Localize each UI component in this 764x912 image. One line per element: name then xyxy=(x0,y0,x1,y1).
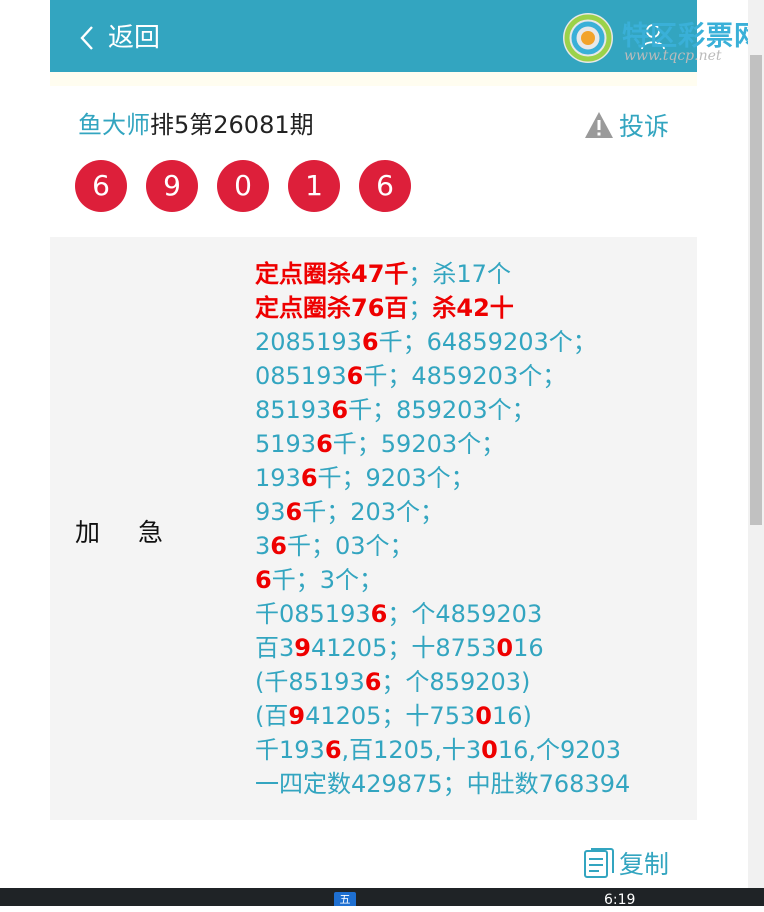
line-text: 千；64859203个； xyxy=(378,328,597,356)
highlight-text: 6 xyxy=(370,600,388,628)
number-ball: 6 xyxy=(359,160,411,212)
line-text: 千；03个； xyxy=(286,532,414,560)
page-title: 鱼大师排5第26081期 xyxy=(78,108,314,142)
number-ball: 6 xyxy=(75,160,127,212)
prediction-line: 一四定数429875；中肚数768394 xyxy=(255,767,630,801)
chevron-left-icon xyxy=(80,26,93,50)
line-text: ；个4859203 xyxy=(387,600,543,628)
line-text: ；杀17个 xyxy=(408,260,511,288)
line-text: 93 xyxy=(255,498,286,526)
highlight-text: 0 xyxy=(496,634,514,662)
warning-icon xyxy=(585,112,613,138)
panel-label: 加急 xyxy=(75,518,202,547)
scrollbar[interactable] xyxy=(748,0,764,888)
line-text: 193 xyxy=(255,464,301,492)
line-text: 3 xyxy=(255,532,271,560)
highlight-text: 6 xyxy=(316,430,333,458)
watermark-logo: 特区彩票网 www.tqcp.net xyxy=(560,8,764,72)
author-link[interactable]: 鱼大师 xyxy=(78,111,150,139)
taskbar-clock[interactable]: 6:19 xyxy=(604,888,635,912)
line-text: (千85193 xyxy=(255,668,365,696)
back-button[interactable]: 返回 xyxy=(78,20,160,56)
line-text: ；个859203) xyxy=(381,668,531,696)
prediction-line: (千851936；个859203) xyxy=(255,665,630,699)
watermark-url: www.tqcp.net xyxy=(624,48,722,64)
number-ball: 1 xyxy=(288,160,340,212)
copy-button[interactable]: 复制 xyxy=(583,845,669,881)
highlight-text: 6 xyxy=(255,566,272,594)
ime-indicator[interactable]: 五 xyxy=(334,892,356,906)
prediction-line: 千0851936；个4859203 xyxy=(255,597,630,631)
line-text: 5193 xyxy=(255,430,317,458)
line-text: 千；59203个； xyxy=(332,430,506,458)
line-text: ； xyxy=(408,294,433,322)
line-text: 85193 xyxy=(255,396,332,424)
draw-numbers: 6 9 0 1 6 xyxy=(75,160,430,212)
line-text: 16) xyxy=(491,702,532,730)
prediction-lines: 定点圈杀47千；杀17个 定点圈杀76百；杀42十 20851936千；648592… xyxy=(255,257,630,801)
line-text: 085193 xyxy=(255,362,347,390)
highlight-text: 6 xyxy=(331,396,349,424)
line-text: ,百1205,十3 xyxy=(341,736,482,764)
line-text: 千；4859203个； xyxy=(363,362,567,390)
prediction-line: 定点圈杀47千；杀17个 xyxy=(255,257,630,291)
prediction-line: 851936千；859203个； xyxy=(255,393,630,427)
line-text: 208519 xyxy=(255,328,347,356)
prediction-line: 36千；03个； xyxy=(255,529,630,563)
line-text: 16 xyxy=(513,634,544,662)
taskbar: 五 6:19 xyxy=(0,888,764,908)
line-text: 千；3个； xyxy=(271,566,383,594)
line-text: 3 xyxy=(346,328,362,356)
highlight-text: 0 xyxy=(475,702,492,730)
prediction-line: 20851936千；64859203个； xyxy=(255,325,630,359)
highlight-text: 定点圈杀47千 xyxy=(255,260,409,288)
complain-label: 投诉 xyxy=(619,112,670,141)
highlight-text: 9 xyxy=(294,634,311,662)
copy-icon xyxy=(584,848,614,878)
prediction-line: 千1936,百1205,十3016,个9203 xyxy=(255,733,630,767)
header-divider xyxy=(50,72,697,86)
prediction-line: 936千；203个； xyxy=(255,495,630,529)
number-ball: 0 xyxy=(217,160,269,212)
back-label: 返回 xyxy=(108,23,161,53)
highlight-text: 6 xyxy=(300,464,318,492)
line-text: (百 xyxy=(255,702,289,730)
copy-label: 复制 xyxy=(619,850,670,879)
line-text: 一四定数429875；中肚数768394 xyxy=(255,770,631,798)
highlight-text: 6 xyxy=(324,736,342,764)
prediction-line: 51936千；59203个； xyxy=(255,427,630,461)
line-text: 千；859203个； xyxy=(348,396,536,424)
prediction-line: 定点圈杀76百；杀42十 xyxy=(255,291,630,325)
line-text: 千085193 xyxy=(255,600,371,628)
prediction-line: (百941205；十753016) xyxy=(255,699,630,733)
line-text: 41205；十753 xyxy=(305,702,476,730)
highlight-text: 0 xyxy=(481,736,498,764)
scrollbar-thumb[interactable] xyxy=(750,55,762,525)
line-text: 千；203个； xyxy=(302,498,445,526)
highlight-text: 6 xyxy=(270,532,287,560)
line-text: 千193 xyxy=(255,736,325,764)
highlight-text: 6 xyxy=(285,498,303,526)
highlight-text: 定点圈杀76百 xyxy=(255,294,409,322)
highlight-text: 9 xyxy=(288,702,306,730)
prediction-line: 1936千；9203个； xyxy=(255,461,630,495)
highlight-text: 6 xyxy=(361,328,379,356)
highlight-text: 6 xyxy=(346,362,364,390)
line-text: 16,个9203 xyxy=(497,736,622,764)
prediction-line: 0851936千；4859203个； xyxy=(255,359,630,393)
complain-button[interactable]: 投诉 xyxy=(583,108,669,142)
prediction-line: 6千；3个； xyxy=(255,563,630,597)
prediction-line: 百3941205；十8753016 xyxy=(255,631,630,665)
line-text: 41205；十8753 xyxy=(310,634,497,662)
number-ball: 9 xyxy=(146,160,198,212)
line-text: 千；9203个； xyxy=(317,464,475,492)
prediction-panel: 加急 定点圈杀47千；杀17个 定点圈杀76百；杀42十 20851936千；648… xyxy=(50,237,697,820)
highlight-text: 杀42十 xyxy=(432,294,514,322)
issue-label: 排5第26081期 xyxy=(150,111,314,139)
line-text: 百3 xyxy=(255,634,295,662)
lottery-logo-icon xyxy=(563,13,613,63)
highlight-text: 6 xyxy=(364,668,382,696)
